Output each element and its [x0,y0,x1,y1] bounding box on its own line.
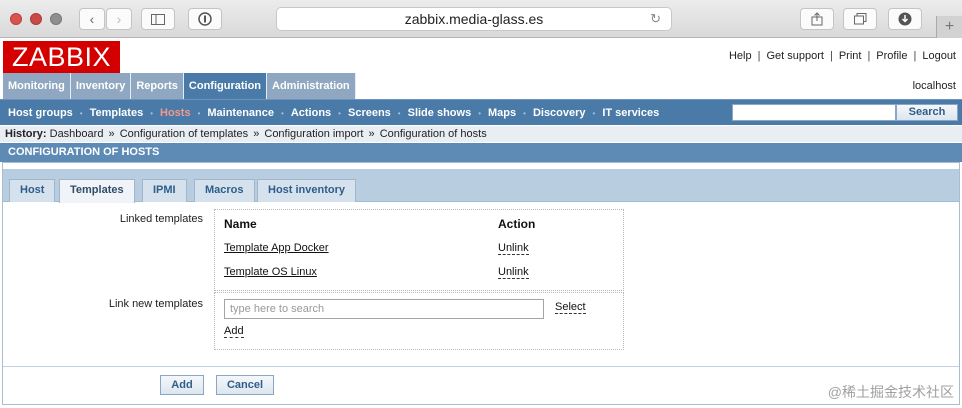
column-header-action: Action [498,217,536,231]
submenu-discovery[interactable]: Discovery [533,107,586,119]
menu-monitoring[interactable]: Monitoring [3,73,71,99]
menu-reports[interactable]: Reports [131,73,184,99]
current-host-label: localhost [912,80,956,92]
share-icon [811,12,823,26]
back-button[interactable]: ‹ [79,8,105,30]
host-form: Host Templates IPMI Macros Host inventor… [2,162,960,405]
menu-configuration[interactable]: Configuration [183,73,268,99]
tab-host[interactable]: Host [9,179,56,202]
form-actions: Add Cancel [3,366,959,404]
tabs-icon [853,13,866,25]
window-close-button[interactable] [10,13,22,25]
history-link-dashboard[interactable]: Dashboard [50,128,104,140]
url-text: zabbix.media-glass.es [404,11,544,27]
unlink-os-linux-link[interactable]: Unlink [498,266,529,279]
history-link-import[interactable]: Configuration import [264,128,363,140]
submenu-it-services[interactable]: IT services [602,107,659,119]
submenu-screens[interactable]: Screens [348,107,391,119]
tab-ipmi[interactable]: IPMI [142,179,187,202]
window-minimize-button[interactable] [30,13,42,25]
new-tab-button[interactable]: + [936,16,962,38]
submenu-maps[interactable]: Maps [488,107,516,119]
tabs-overview-button[interactable] [843,8,877,30]
logout-link[interactable]: Logout [922,50,956,62]
history-link-hosts[interactable]: Configuration of hosts [380,128,487,140]
sidebar-icon [151,13,165,25]
zabbix-logo[interactable]: ZABBIX [3,41,120,73]
breadcrumb: History: Dashboard » Configuration of te… [0,126,962,142]
submenu-maintenance[interactable]: Maintenance [207,107,274,119]
sub-menu: Host groups • Templates • Hosts • Maintenan… [0,99,962,125]
info-icon [198,12,212,26]
reader-button[interactable] [188,8,222,30]
watermark: @稀土掘金技术社区 [827,384,954,400]
zabbix-header: ZABBIX Help | Get support | Print | Profile | Lo… [0,40,962,73]
submenu-slide-shows[interactable]: Slide shows [408,107,472,119]
search-button[interactable]: Search [896,104,958,121]
history-link-templates[interactable]: Configuration of templates [120,128,248,140]
profile-link[interactable]: Profile [876,50,907,62]
history-label: History: [5,128,47,140]
help-link[interactable]: Help [729,50,752,62]
address-bar[interactable]: zabbix.media-glass.es ↻ [276,7,672,31]
tab-host-inventory[interactable]: Host inventory [257,179,357,202]
tab-templates[interactable]: Templates [59,179,135,203]
template-link-os-linux[interactable]: Template OS Linux [224,266,317,278]
search-input[interactable] [732,104,896,121]
download-button[interactable] [888,8,922,30]
submenu-host-groups[interactable]: Host groups [8,107,73,119]
tabs-bar: Host Templates IPMI Macros Host inventor… [3,169,959,203]
menu-inventory[interactable]: Inventory [70,73,132,99]
column-header-name: Name [224,217,257,231]
reload-icon[interactable]: ↻ [650,8,661,30]
sidebar-toggle-button[interactable] [141,8,175,30]
page-title: CONFIGURATION OF HOSTS [0,143,962,162]
window-zoom-button[interactable] [50,13,62,25]
top-links: Help | Get support | Print | Profile | Logout [728,50,956,62]
submenu-actions[interactable]: Actions [291,107,331,119]
browser-toolbar: ‹ › zabbix.media-glass.es ↻ + [0,0,962,38]
get-support-link[interactable]: Get support [766,50,823,62]
linked-templates-label: Linked templates [119,213,203,225]
linked-templates-table: Name Action Template App Docker Unlink T… [214,209,624,291]
link-new-templates-box: type here to search Select Add [214,292,624,350]
chevron-right-icon: › [116,11,122,27]
menu-administration[interactable]: Administration [267,73,356,99]
template-search-input[interactable]: type here to search [224,299,544,319]
tab-macros[interactable]: Macros [194,179,255,202]
select-templates-link[interactable]: Select [555,301,586,314]
forward-button[interactable]: › [106,8,132,30]
print-link[interactable]: Print [839,50,862,62]
download-icon [898,12,912,26]
main-menu: Monitoring Inventory Reports Configurati… [3,73,356,99]
unlink-app-docker-link[interactable]: Unlink [498,242,529,255]
add-template-link[interactable]: Add [224,325,244,338]
link-new-templates-label: Link new templates [108,298,203,310]
submenu-hosts[interactable]: Hosts [160,107,191,119]
submenu-templates[interactable]: Templates [90,107,144,119]
share-button[interactable] [800,8,834,30]
cancel-button[interactable]: Cancel [216,375,274,395]
add-button[interactable]: Add [160,375,204,395]
chevron-left-icon: ‹ [89,11,95,27]
template-link-app-docker[interactable]: Template App Docker [224,242,329,254]
